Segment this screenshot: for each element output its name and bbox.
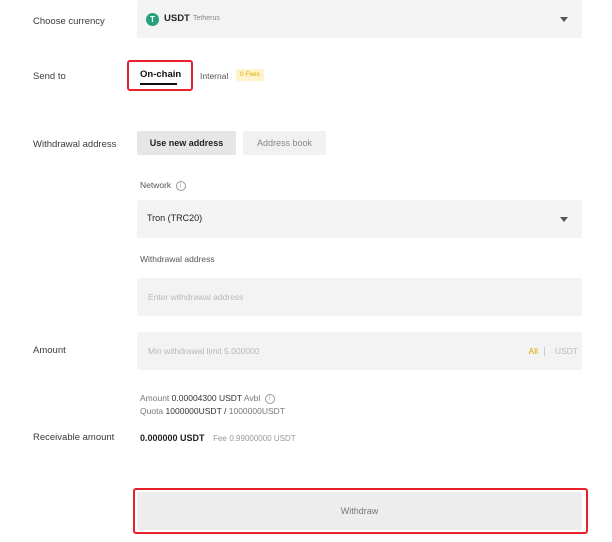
zero-fees-badge: 0 Fees — [236, 69, 264, 81]
currency-label: Choose currency — [33, 16, 105, 27]
info-icon: i — [264, 393, 275, 404]
withdrawal-address-placeholder: Enter withdrawal address — [148, 292, 244, 302]
quota-total: 1000000USDT — [228, 406, 285, 416]
available-suffix: Avbl — [243, 393, 261, 403]
network-value: Tron (TRC20) — [147, 213, 203, 223]
use-new-address-button[interactable]: Use new address — [137, 131, 236, 155]
amount-input[interactable]: Min withdrawal limit 5.000000 All USDT — [137, 332, 582, 370]
amount-label: Amount — [33, 345, 66, 356]
fee-value: 0.99000000 USDT — [229, 434, 296, 443]
amount-divider — [544, 347, 545, 356]
amount-all-button[interactable]: All — [529, 346, 538, 356]
network-label: Network — [140, 180, 172, 190]
receivable-value: 0.000000 USDT — [140, 433, 205, 443]
withdrawal-address-input[interactable]: Enter withdrawal address — [137, 278, 582, 316]
info-icon: i — [175, 180, 186, 191]
tab-onchain[interactable]: On-chain — [140, 69, 181, 80]
available-value: 0.00004300 USDT — [171, 393, 242, 403]
currency-name: Tetherus — [193, 15, 220, 22]
quota-separator: / — [223, 406, 227, 416]
address-book-button[interactable]: Address book — [243, 131, 326, 155]
tether-icon: T — [146, 13, 159, 26]
quota-row: Quota 1000000USDT / 1000000USDT — [140, 406, 285, 416]
receivable-row: 0.000000 USDT Fee 0.99000000 USDT — [140, 433, 296, 443]
amount-placeholder: Min withdrawal limit 5.000000 — [148, 346, 260, 356]
network-select[interactable]: Tron (TRC20) — [137, 200, 582, 238]
quota-prefix: Quota — [140, 406, 164, 416]
tab-internal[interactable]: Internal — [200, 71, 228, 81]
network-label-row: Network i — [140, 180, 186, 191]
currency-select[interactable]: T USDT Tetherus — [137, 0, 582, 38]
available-amount-row: Amount 0.00004300 USDT Avbl i — [140, 393, 275, 404]
fee-label: Fee — [213, 434, 227, 443]
available-prefix: Amount — [140, 393, 170, 403]
withdrawal-address-section-label: Withdrawal address — [33, 139, 117, 150]
withdraw-button[interactable]: Withdraw — [137, 492, 582, 530]
send-to-label: Send to — [33, 71, 66, 82]
receivable-label: Receivable amount — [33, 432, 115, 443]
quota-used: 1000000USDT — [165, 406, 222, 416]
currency-code: USDT — [164, 13, 190, 24]
chevron-down-icon — [560, 17, 568, 22]
tab-onchain-underline — [140, 83, 177, 85]
amount-unit: USDT — [554, 346, 578, 356]
chevron-down-icon — [560, 217, 568, 222]
withdrawal-address-label: Withdrawal address — [140, 254, 215, 264]
